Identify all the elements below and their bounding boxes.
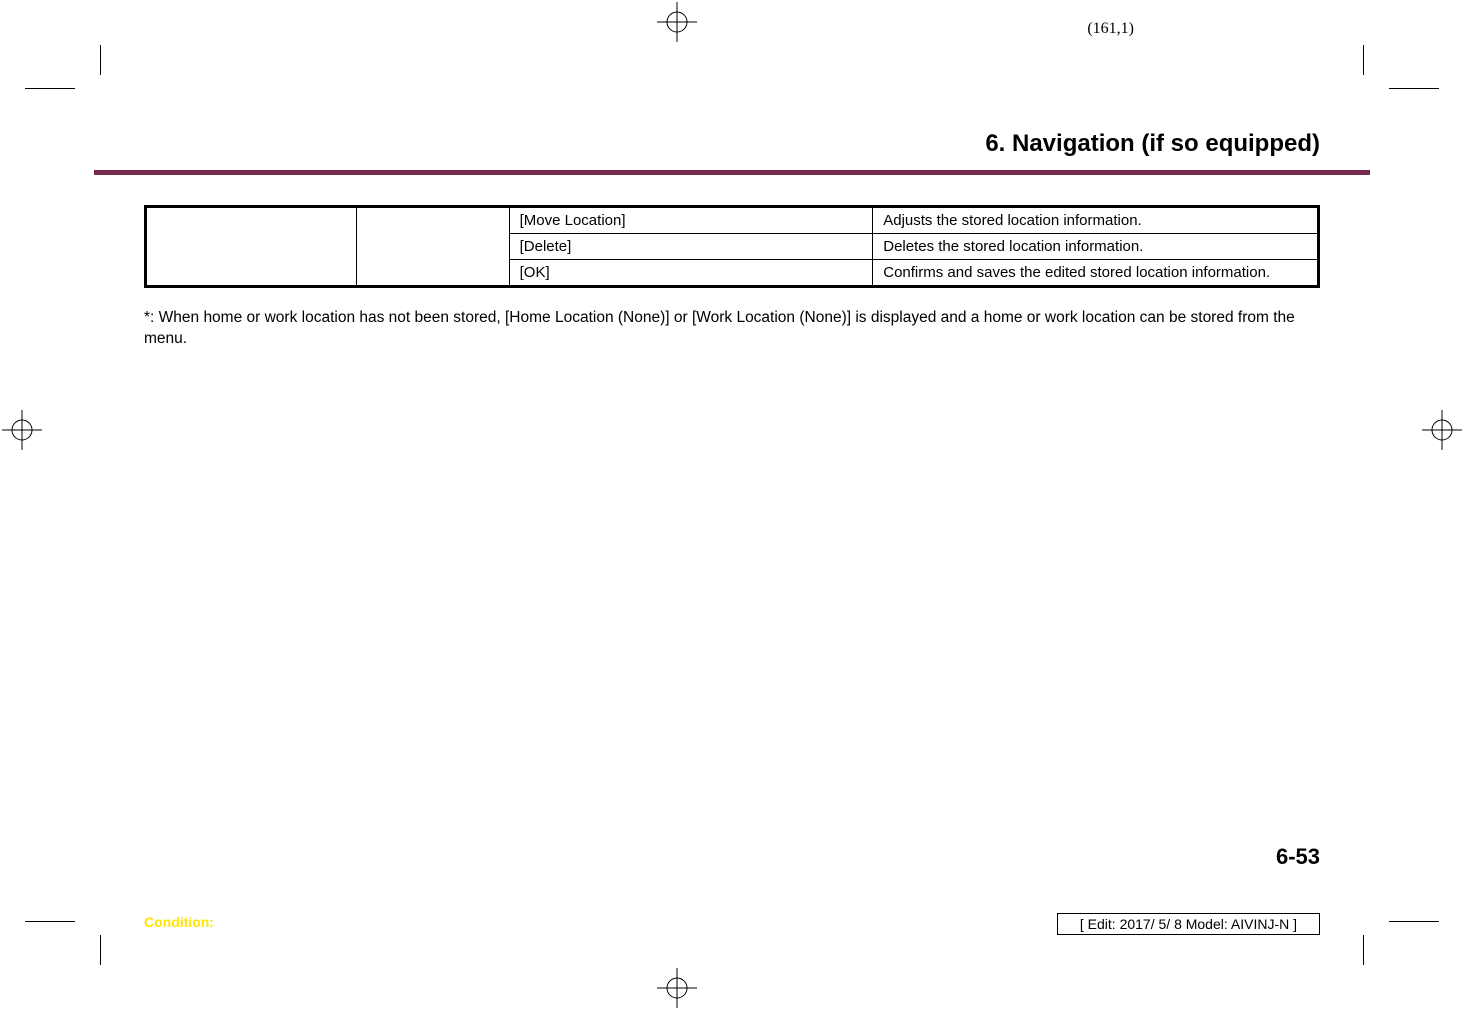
crop-mark <box>1389 88 1439 89</box>
table-cell-option: [OK] <box>509 260 873 287</box>
table-cell-option: [Delete] <box>509 234 873 260</box>
table-cell-description: Confirms and saves the edited stored loc… <box>873 260 1319 287</box>
registration-mark-left <box>2 410 42 450</box>
section-title: 6. Navigation (if so equipped) <box>94 130 1320 158</box>
page-number: 6-53 <box>1276 844 1320 870</box>
crop-mark <box>25 921 75 922</box>
condition-label: Condition: <box>144 914 214 930</box>
crop-mark <box>25 88 75 89</box>
registration-mark-right <box>1422 410 1462 450</box>
edit-info-box: [ Edit: 2017/ 5/ 8 Model: AIVINJ-N ] <box>1057 913 1320 935</box>
registration-mark-top <box>657 2 697 42</box>
table-cell-empty <box>146 207 357 287</box>
settings-table: [Move Location] Adjusts the stored locat… <box>144 205 1320 288</box>
table-cell-description: Deletes the stored location information. <box>873 234 1319 260</box>
content-area: [Move Location] Adjusts the stored locat… <box>94 175 1370 350</box>
crop-mark <box>1389 921 1439 922</box>
page-frame: 6. Navigation (if so equipped) [Move Loc… <box>94 60 1370 950</box>
page-coordinate: (161,1) <box>1087 20 1134 38</box>
registration-mark-bottom <box>657 968 697 1008</box>
footnote-text: *: When home or work location has not be… <box>144 308 1320 350</box>
table-cell-option: [Move Location] <box>509 207 873 234</box>
table-cell-description: Adjusts the stored location information. <box>873 207 1319 234</box>
table-cell-empty <box>357 207 509 287</box>
table-row: [Move Location] Adjusts the stored locat… <box>146 207 1319 234</box>
